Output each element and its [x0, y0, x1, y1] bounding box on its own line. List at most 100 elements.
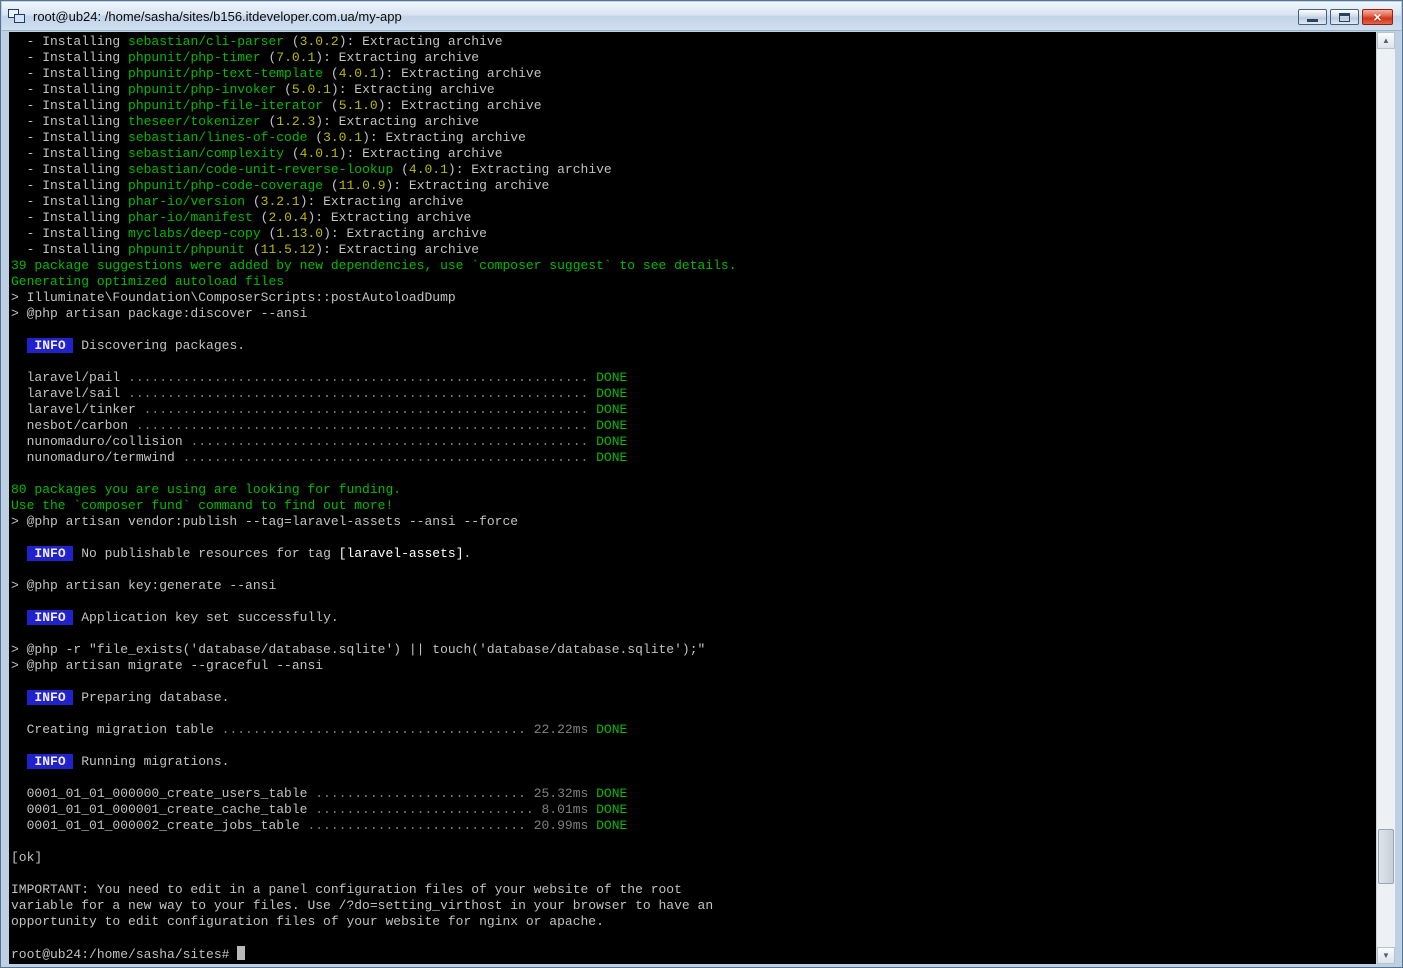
scroll-up-button[interactable]: ▲	[1377, 32, 1395, 49]
terminal-text	[11, 546, 27, 561]
terminal-text: sebastian/lines-of-code	[128, 130, 307, 145]
terminal-text: IMPORTANT: You need to edit in a panel c…	[11, 882, 682, 897]
terminal-text: - Installing	[11, 162, 128, 177]
terminal-text: DONE	[596, 802, 627, 817]
terminal-text: DONE	[596, 450, 627, 465]
terminal-text: ): Extracting archive	[307, 210, 471, 225]
terminal-text: - Installing	[11, 178, 128, 193]
terminal-text: 7.0.1	[276, 50, 315, 65]
terminal-text: > @php artisan key:generate --ansi	[11, 578, 276, 593]
terminal-text: laravel/tinker	[11, 402, 144, 417]
terminal-text: DONE	[596, 402, 627, 417]
terminal-line: > Illuminate\Foundation\ComposerScripts:…	[11, 290, 1378, 306]
terminal-text: 0001_01_01_000000_create_users_table	[11, 786, 315, 801]
terminal-text: 0001_01_01_000002_create_jobs_table	[11, 818, 307, 833]
terminal-line	[11, 738, 1378, 754]
terminal-line	[11, 530, 1378, 546]
terminal-text: ): Extracting archive	[331, 82, 495, 97]
terminal-line: INFO Application key set successfully.	[11, 610, 1378, 626]
terminal-line: > @php artisan vendor:publish --tag=lara…	[11, 514, 1378, 530]
terminal-line: - Installing sebastian/lines-of-code (3.…	[11, 130, 1378, 146]
terminal-text: No publishable resources for tag	[73, 546, 338, 561]
terminal-text: ........................................…	[128, 386, 588, 401]
scrollbar-thumb[interactable]	[1378, 829, 1394, 884]
terminal-text: (	[307, 130, 323, 145]
terminal-text: ): Extracting archive	[300, 194, 464, 209]
terminal-text: DONE	[596, 818, 627, 833]
terminal-text: [ok]	[11, 850, 42, 865]
terminal-line	[11, 674, 1378, 690]
terminal-line	[11, 834, 1378, 850]
scroll-down-button[interactable]: ▼	[1377, 947, 1395, 964]
terminal-line: - Installing phpunit/php-file-iterator (…	[11, 98, 1378, 114]
terminal-text	[588, 786, 596, 801]
terminal-line: 39 package suggestions were added by new…	[11, 258, 1378, 274]
terminal-text: 0001_01_01_000001_create_cache_table	[11, 802, 315, 817]
terminal-text: - Installing	[11, 114, 128, 129]
terminal-text: variable for a new way to your files. Us…	[11, 898, 713, 913]
terminal-cursor	[237, 946, 245, 960]
scrollbar-track[interactable]	[1377, 49, 1395, 947]
terminal-text: 4.0.1	[339, 66, 378, 81]
terminal-text: 2.0.4	[268, 210, 307, 225]
info-badge: INFO	[27, 610, 74, 625]
terminal-text: .	[464, 546, 472, 561]
terminal-text: (	[253, 210, 269, 225]
terminal-text: - Installing	[11, 210, 128, 225]
terminal-text: (	[245, 194, 261, 209]
terminal-text: sebastian/code-unit-reverse-lookup	[128, 162, 393, 177]
close-icon: ×	[1373, 10, 1381, 24]
terminal-text	[11, 690, 27, 705]
terminal-line: - Installing myclabs/deep-copy (1.13.0):…	[11, 226, 1378, 242]
terminal-text: ): Extracting archive	[378, 66, 542, 81]
terminal-text: ): Extracting archive	[315, 50, 479, 65]
terminal-text: > Illuminate\Foundation\ComposerScripts:…	[11, 290, 456, 305]
terminal-line: - Installing phar-io/version (3.2.1): Ex…	[11, 194, 1378, 210]
terminal-line: - Installing phpunit/php-code-coverage (…	[11, 178, 1378, 194]
window-icon-monitor	[14, 14, 25, 23]
terminal-text: Application key set successfully.	[73, 610, 338, 625]
terminal-line: laravel/pail ...........................…	[11, 370, 1378, 386]
terminal-text	[588, 418, 596, 433]
terminal-text: DONE	[596, 370, 627, 385]
terminal-text: ........................................…	[136, 418, 588, 433]
maximize-icon	[1339, 13, 1350, 22]
terminal-text: ........................................…	[190, 434, 588, 449]
terminal-text	[588, 450, 596, 465]
terminal-text: 5.0.1	[292, 82, 331, 97]
terminal-text: 4.0.1	[300, 146, 339, 161]
terminal-line: - Installing sebastian/code-unit-reverse…	[11, 162, 1378, 178]
terminal-text: ............................	[307, 818, 525, 833]
minimize-button[interactable]	[1298, 9, 1327, 25]
terminal-line: 0001_01_01_000002_create_jobs_table ....…	[11, 818, 1378, 834]
terminal-text	[588, 722, 596, 737]
terminal-text: 20.99ms	[526, 818, 588, 833]
terminal-line	[11, 354, 1378, 370]
terminal-output[interactable]: - Installing sebastian/cli-parser (3.0.2…	[9, 32, 1378, 964]
title-bar[interactable]: root@ub24: /home/sasha/sites/b156.itdeve…	[2, 2, 1401, 31]
terminal-text: 22.22ms	[526, 722, 588, 737]
close-button[interactable]: ×	[1362, 9, 1393, 25]
terminal-text: 25.32ms	[526, 786, 588, 801]
terminal-line: > @php artisan migrate --graceful --ansi	[11, 658, 1378, 674]
terminal-text: 3.0.1	[323, 130, 362, 145]
terminal-line: - Installing theseer/tokenizer (1.2.3): …	[11, 114, 1378, 130]
terminal-text: phpunit/php-file-iterator	[128, 98, 323, 113]
terminal-text: nunomaduro/collision	[11, 434, 190, 449]
maximize-button[interactable]	[1330, 9, 1359, 25]
window-title: root@ub24: /home/sasha/sites/b156.itdeve…	[33, 9, 1395, 24]
terminal-text: - Installing	[11, 146, 128, 161]
window-icon	[8, 8, 27, 25]
terminal-text: (	[323, 178, 339, 193]
terminal-text: (	[323, 98, 339, 113]
terminal-text: phar-io/version	[128, 194, 245, 209]
terminal-text: - Installing	[11, 242, 128, 257]
minimize-icon	[1307, 19, 1318, 22]
terminal-line: 80 packages you are using are looking fo…	[11, 482, 1378, 498]
terminal-text: Discovering packages.	[73, 338, 245, 353]
terminal-text: ........................................…	[144, 402, 589, 417]
terminal-line: INFO Running migrations.	[11, 754, 1378, 770]
terminal-text	[588, 386, 596, 401]
terminal-text: nunomaduro/termwind	[11, 450, 183, 465]
terminal-line	[11, 770, 1378, 786]
